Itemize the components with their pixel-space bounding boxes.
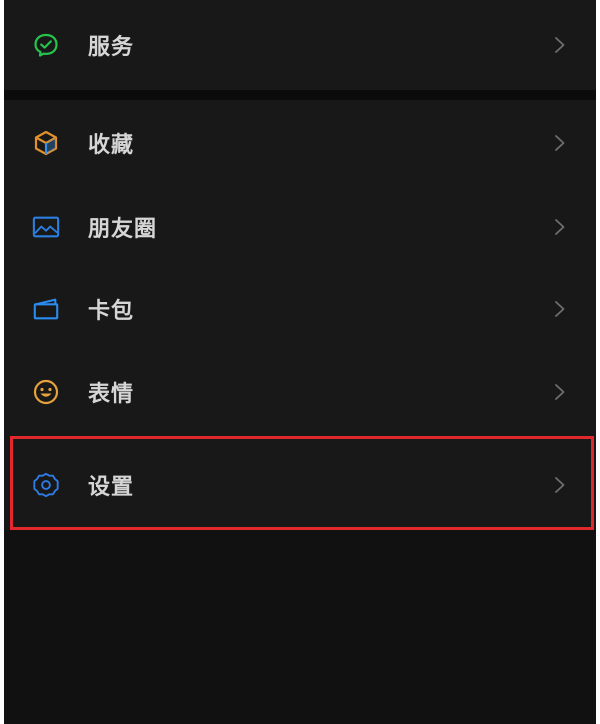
- wechat-pay-icon: [32, 31, 60, 59]
- chevron-right-icon: [552, 217, 568, 237]
- wallet-icon: [32, 295, 60, 323]
- menu-item-settings[interactable]: 设置: [4, 440, 596, 530]
- chevron-right-icon: [552, 133, 568, 153]
- chevron-right-icon: [552, 382, 568, 402]
- chevron-right-icon: [552, 475, 568, 495]
- menu-label-stickers: 表情: [88, 382, 135, 407]
- menu-label-moments: 朋友圈: [88, 217, 158, 242]
- menu-label-favorites: 收藏: [88, 133, 135, 158]
- image-icon: [32, 213, 60, 241]
- wechat-me-screen: 服务 收藏 朋友圈 卡包 表情 设置: [4, 0, 596, 724]
- cube-icon: [32, 129, 60, 157]
- menu-label-cards: 卡包: [88, 299, 135, 324]
- menu-label-settings: 设置: [88, 475, 135, 500]
- menu-item-moments[interactable]: 朋友圈: [4, 186, 596, 268]
- menu-group-top: 服务: [4, 0, 596, 90]
- menu-item-stickers[interactable]: 表情: [4, 350, 596, 434]
- smiley-icon: [32, 378, 60, 406]
- menu-item-favorites[interactable]: 收藏: [4, 100, 596, 186]
- group-separator: [4, 90, 596, 100]
- menu-item-services[interactable]: 服务: [4, 0, 596, 90]
- menu-item-cards[interactable]: 卡包: [4, 268, 596, 350]
- chevron-right-icon: [552, 35, 568, 55]
- chevron-right-icon: [552, 299, 568, 319]
- empty-area: [4, 530, 596, 724]
- gear-icon: [32, 471, 60, 499]
- menu-label-services: 服务: [88, 35, 135, 60]
- menu-group-main: 收藏 朋友圈 卡包 表情 设置: [4, 100, 596, 530]
